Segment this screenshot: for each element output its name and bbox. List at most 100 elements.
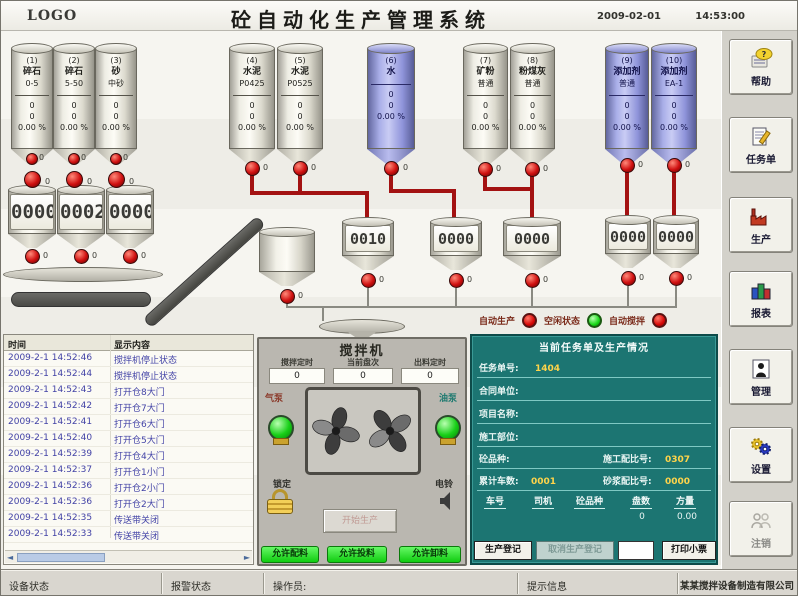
scale-valve xyxy=(74,249,89,264)
sidebar-item-reports[interactable]: 报表 xyxy=(729,271,793,327)
valve-readout: 0 xyxy=(639,273,644,282)
silo-value: 0 xyxy=(12,100,52,111)
scrollbar-thumb[interactable] xyxy=(17,553,105,562)
cancel-register-button[interactable]: 取消生产登记 xyxy=(536,541,614,560)
sidebar-item-help[interactable]: ? 帮助 xyxy=(729,39,793,95)
silo-percent: 0.00 % xyxy=(652,122,696,133)
tip-label: 提示信息 xyxy=(527,578,567,593)
valve-readout: 0 xyxy=(467,275,472,284)
operator-label: 操作员: xyxy=(273,578,306,593)
divider xyxy=(655,95,693,96)
log-row: 2009-2-1 14:52:43打开仓8大门 xyxy=(4,383,253,399)
mix-timer-value: 0 xyxy=(269,368,325,384)
pipe-segment xyxy=(298,173,302,193)
silo-value: 0 xyxy=(368,89,414,100)
silo-4: (4) 水泥 P0425 0 0 0.00 % xyxy=(229,43,275,164)
allow-discharge-button[interactable]: 允许卸料 xyxy=(399,546,461,563)
valve-readout: 0 xyxy=(39,153,44,162)
sidebar-item-label: 报表 xyxy=(751,305,771,320)
valve-readout: 0 xyxy=(123,153,128,162)
oil-pump-indicator xyxy=(435,415,461,441)
scroll-right-arrow[interactable]: ► xyxy=(244,553,250,562)
hopper-cap xyxy=(605,215,651,225)
divider xyxy=(371,84,411,85)
scale-valve xyxy=(449,273,464,288)
allow-batching-button[interactable]: 允许配料 xyxy=(261,546,319,563)
log-scrollbar[interactable]: ◄ ► xyxy=(5,550,252,563)
discharge-timer-label: 出料定时 xyxy=(401,357,459,368)
start-production-button[interactable]: 开始生产 xyxy=(323,509,397,533)
volume-cell: 0.00 xyxy=(670,512,704,522)
date-display: 2009-02-01 xyxy=(597,11,661,22)
divider xyxy=(161,573,162,594)
silo-value: 0 xyxy=(278,111,322,122)
hopper-funnel xyxy=(8,234,56,248)
air-pump-indicator xyxy=(268,415,294,441)
weight-display: 0000 xyxy=(433,225,479,252)
sidebar: ? 帮助 任务单 生产 报表 管理 设置 注销 xyxy=(721,31,798,569)
print-ticket-button[interactable]: 打印小票 xyxy=(662,541,716,560)
silo-percent: 0.00 % xyxy=(368,111,414,122)
help-icon: ? xyxy=(748,47,774,71)
sidebar-item-logout[interactable]: 注销 xyxy=(729,501,793,557)
production-register-button[interactable]: 生产登记 xyxy=(474,541,532,560)
silo-value: 0 xyxy=(230,111,274,122)
scale-valve xyxy=(123,249,138,264)
silo-value: 0 xyxy=(511,111,554,122)
silo-value: 0 xyxy=(464,100,507,111)
silo-cap xyxy=(277,43,323,54)
sidebar-item-production[interactable]: 生产 xyxy=(729,197,793,253)
valve-readout: 0 xyxy=(92,251,97,260)
sidebar-item-label: 帮助 xyxy=(751,73,771,88)
weight-display: 0000 xyxy=(608,223,648,250)
scroll-left-arrow[interactable]: ◄ xyxy=(7,553,13,562)
th-pan: 盘数 xyxy=(630,494,652,509)
mixer-panel: 搅拌机 搅拌定时 0 当前盘次 0 出料定时 0 气泵 油泵 锁定 电铃 开始生… xyxy=(257,337,467,566)
silo-valve xyxy=(667,158,682,173)
discharge-timer-value: 0 xyxy=(401,368,459,384)
register-input[interactable] xyxy=(618,541,654,560)
flat-conveyor xyxy=(11,292,151,307)
divider xyxy=(281,95,319,96)
log-row: 2009-2-1 14:52:35传送带关闭 xyxy=(4,511,253,527)
silo-number: (9) xyxy=(606,56,648,66)
log-row: 2009-2-1 14:52:42打开仓7大门 xyxy=(4,399,253,415)
transfer-valve xyxy=(280,289,295,304)
silo-valve xyxy=(478,162,493,177)
silo-material: 水泥 xyxy=(278,66,322,78)
silo-material: 粉煤灰 xyxy=(511,66,554,78)
sidebar-item-label: 任务单 xyxy=(746,151,776,166)
silo-percent: 0.00 % xyxy=(278,122,322,133)
valve-readout: 0 xyxy=(685,160,690,169)
sidebar-item-label: 生产 xyxy=(751,231,771,246)
valve-readout: 0 xyxy=(638,160,643,169)
indicator-label: 自动搅拌 xyxy=(609,314,645,327)
sidebar-item-management[interactable]: 管理 xyxy=(729,349,793,405)
mixer-drop-line xyxy=(322,306,324,321)
valve-readout: 0 xyxy=(379,275,384,284)
scale-valve xyxy=(361,273,376,288)
svg-text:?: ? xyxy=(762,50,767,59)
divider xyxy=(677,573,678,594)
hopper-cap xyxy=(503,217,561,227)
silo-valve xyxy=(245,161,260,176)
hopper-cap xyxy=(57,185,105,195)
sidebar-item-tasks[interactable]: 任务单 xyxy=(729,117,793,173)
silo-valve xyxy=(620,158,635,173)
silo-percent: 0.00 % xyxy=(606,122,648,133)
silo-8: (8) 粉煤灰 普通 0 0 0.00 % xyxy=(510,43,555,164)
valve-readout: 0 xyxy=(141,251,146,260)
device-status-label: 设备状态 xyxy=(9,578,49,593)
hopper-funnel xyxy=(57,234,105,248)
collect-manifold xyxy=(287,306,677,308)
weight-display: 0000 xyxy=(656,223,696,250)
pipe-segment xyxy=(530,187,534,221)
silo-material: 矿粉 xyxy=(464,66,507,78)
event-log-panel: 时间 显示内容 2009-2-1 14:52:46搅拌机停止状态 2009-2-… xyxy=(3,334,254,565)
valve-readout: 0 xyxy=(129,177,134,186)
th-truck: 车号 xyxy=(484,494,506,509)
allow-feeding-button[interactable]: 允许投料 xyxy=(327,546,387,563)
sidebar-item-settings[interactable]: 设置 xyxy=(729,427,793,483)
trucks-row: 累计车数:0001砂浆配比号:0000 xyxy=(477,471,711,491)
silo-cap xyxy=(11,43,53,54)
